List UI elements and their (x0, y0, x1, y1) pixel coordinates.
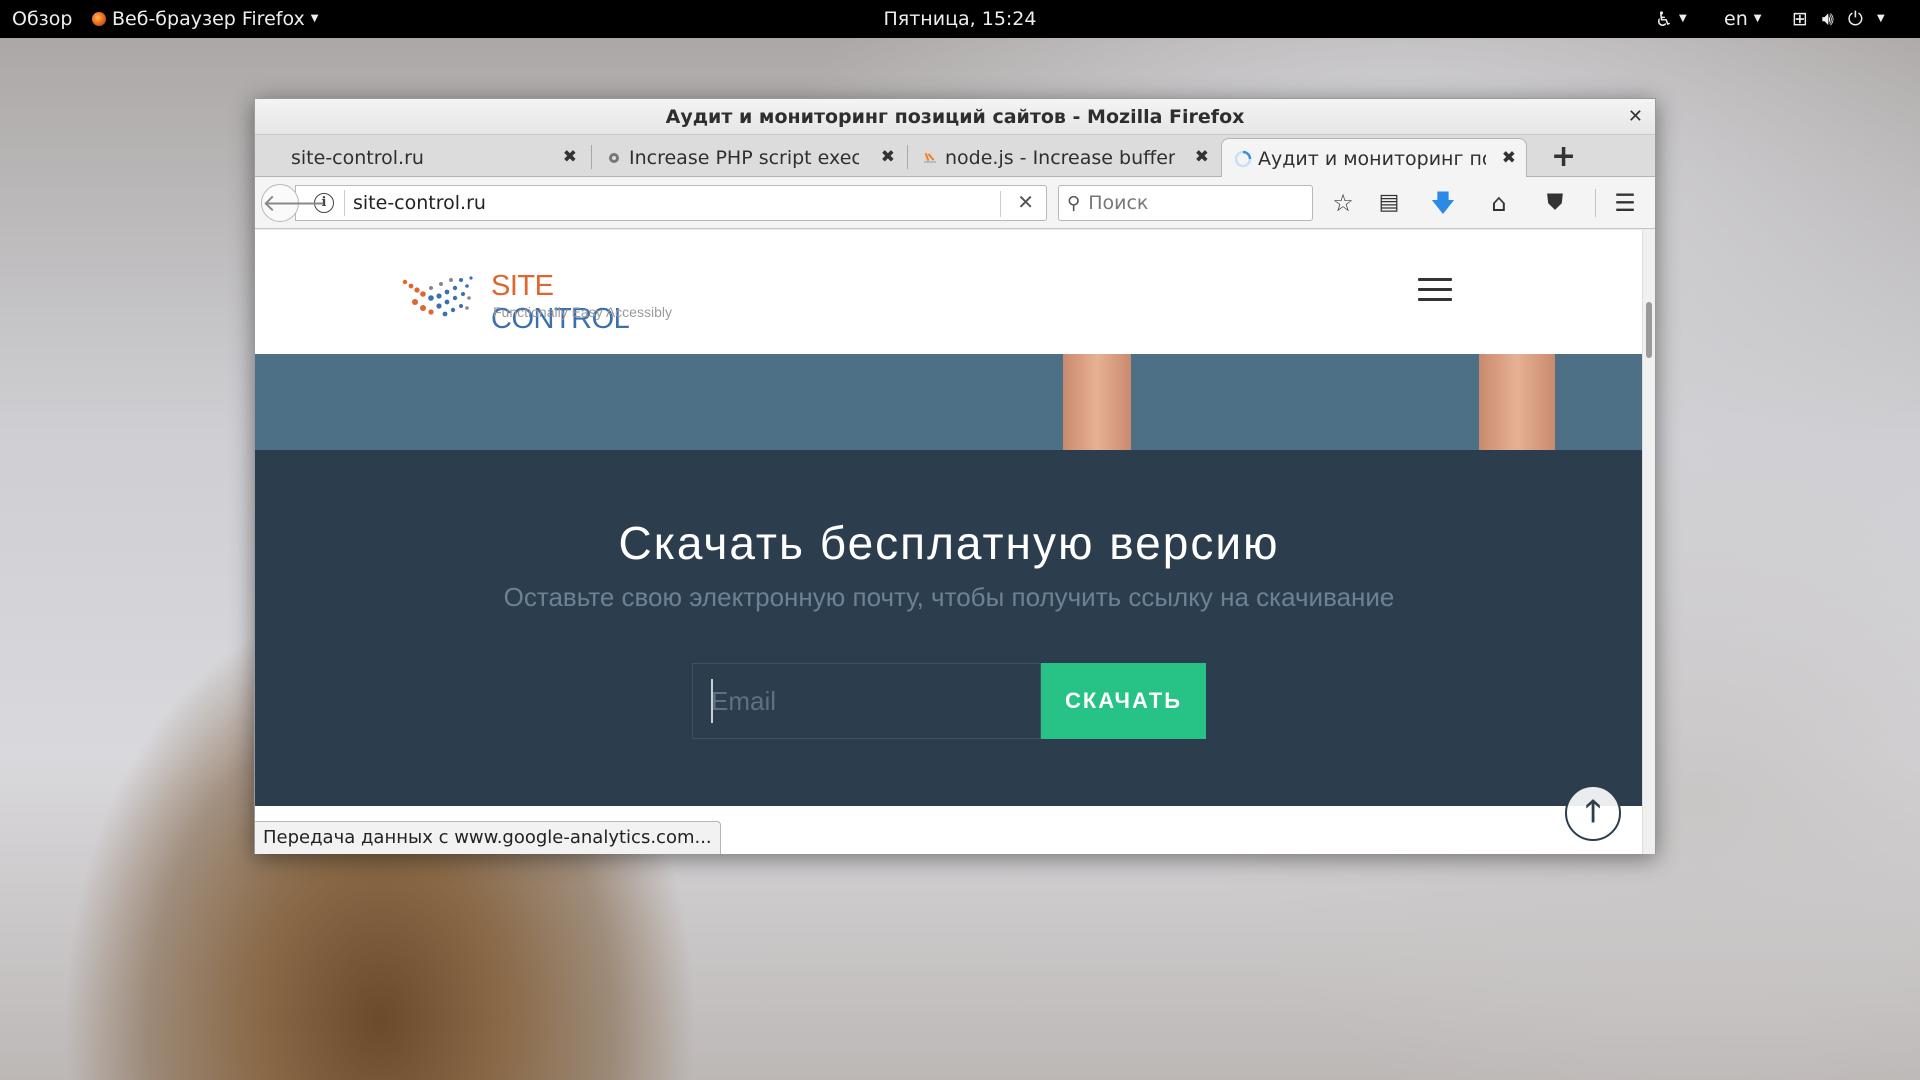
tab-separator (591, 145, 592, 169)
tab-label: Аудит и мониторинг поз (1258, 147, 1486, 170)
accessibility-menu[interactable]: ♿ ▼ (1655, 0, 1687, 38)
page-content: SITE CONTROL Functionally Easy Accessibl… (255, 230, 1643, 854)
chevron-down-icon: ▼ (310, 13, 319, 24)
url-separator (1000, 191, 1001, 217)
hero-banner (255, 354, 1643, 450)
logo-title: SITE CONTROL (491, 270, 691, 336)
burger-line (1418, 278, 1452, 281)
new-tab-button[interactable]: + (1551, 138, 1576, 176)
downloads-icon[interactable]: 🡇 (1427, 187, 1459, 219)
home-icon[interactable]: ⌂ (1483, 187, 1515, 219)
toolbar-separator (1595, 189, 1596, 217)
logo-site-text: SITE (491, 270, 554, 302)
chevron-down-icon: ▼ (1753, 13, 1762, 24)
status-panel: Передача данных с www.google-analytics.c… (255, 821, 721, 854)
stackoverflow-favicon-icon (924, 152, 936, 163)
url-separator (344, 190, 345, 216)
url-text[interactable]: site-control.ru (353, 192, 486, 214)
activities-button[interactable]: Обзор (12, 0, 72, 38)
chevron-down-icon: ▼ (1876, 13, 1885, 24)
logo-tagline: Functionally Easy Accessibly (493, 304, 672, 320)
search-bar[interactable]: ⚲ (1058, 185, 1313, 221)
vertical-scrollbar[interactable] (1642, 230, 1655, 854)
system-menu[interactable]: ⊞ 🔊︎ ⏻ ▼ (1792, 0, 1885, 38)
email-field[interactable] (692, 663, 1041, 739)
tab-increase-php[interactable]: Increase PHP script execu ✖ (593, 138, 905, 177)
window-title: Аудит и мониторинг позиций сайтов - Mozi… (665, 106, 1245, 128)
burger-line (1418, 288, 1452, 291)
tab-close-icon[interactable]: ✖ (1502, 148, 1516, 168)
tab-strip: site-control.ru ✖ Increase PHP script ex… (255, 135, 1655, 178)
gear-favicon-icon (609, 153, 619, 163)
volume-icon: 🔊︎ (1821, 8, 1834, 30)
download-title: Скачать бесплатную версию (618, 517, 1280, 569)
firefox-icon (92, 12, 106, 26)
chevron-down-icon: ▼ (1678, 13, 1687, 24)
firefox-window: Аудит и мониторинг позиций сайтов - Mozi… (254, 98, 1656, 854)
url-bar[interactable]: i site-control.ru ✕ (295, 185, 1047, 221)
app-menu[interactable]: Веб-браузер Firefox ▼ (92, 0, 318, 38)
site-menu-button[interactable] (1418, 278, 1452, 302)
logo-dots-icon (402, 276, 473, 317)
pocket-icon[interactable]: ⛊ (1539, 187, 1571, 219)
search-icon: ⚲ (1067, 192, 1081, 214)
window-close-button[interactable]: ✕ (1628, 99, 1643, 135)
stop-icon[interactable]: ✕ (1017, 190, 1034, 214)
gnome-top-bar: Обзор Веб-браузер Firefox ▼ Пятница, 15:… (0, 0, 1920, 38)
reading-list-icon[interactable]: ▤ (1373, 187, 1405, 219)
scrollbar-thumb[interactable] (1646, 302, 1652, 358)
burger-line (1418, 298, 1452, 301)
keyboard-layout-menu[interactable]: en ▼ (1724, 0, 1761, 38)
search-input[interactable] (1088, 192, 1289, 214)
download-subtitle: Оставьте свою электронную почту, чтобы п… (503, 582, 1395, 612)
accessibility-icon: ♿ (1655, 7, 1673, 31)
network-icon: ⊞ (1792, 8, 1808, 30)
tab-site-control[interactable]: site-control.ru ✖ (255, 138, 587, 177)
keyboard-layout-label: en (1724, 8, 1748, 30)
navigation-toolbar: i site-control.ru ✕ 🡐 ⚲ ☆ ▤ 🡇 ⌂ ⛊ ☰ (255, 177, 1655, 229)
text-cursor (711, 679, 713, 723)
tab-close-icon[interactable]: ✖ (1195, 147, 1209, 167)
tab-audit-active[interactable]: Аудит и мониторинг поз ✖ (1221, 138, 1527, 178)
hero-arm-image (1479, 354, 1555, 450)
hero-arm-image (1063, 354, 1131, 450)
tab-label: node.js - Increase buffer t (945, 146, 1175, 169)
scroll-to-top-button[interactable]: 🡑 (1565, 785, 1621, 841)
power-icon: ⏻ (1847, 8, 1863, 30)
site-logo[interactable]: SITE CONTROL Functionally Easy Accessibl… (401, 268, 691, 335)
tab-nodejs[interactable]: node.js - Increase buffer t ✖ (909, 138, 1219, 177)
download-section: Скачать бесплатную версию Оставьте свою … (255, 450, 1643, 806)
tab-separator (907, 145, 908, 169)
download-button[interactable]: СКАЧАТЬ (1041, 663, 1206, 739)
download-form: СКАЧАТЬ (692, 663, 1206, 739)
back-button[interactable]: 🡐 (261, 184, 326, 222)
tab-close-icon[interactable]: ✖ (881, 147, 895, 167)
bookmark-star-icon[interactable]: ☆ (1327, 187, 1359, 219)
clock-label[interactable]: Пятница, 15:24 (884, 8, 1037, 30)
tab-close-icon[interactable]: ✖ (563, 147, 577, 167)
window-titlebar[interactable]: Аудит и мониторинг позиций сайтов - Mozi… (255, 99, 1655, 135)
hamburger-menu-icon[interactable]: ☰ (1609, 187, 1641, 219)
tab-label: site-control.ru (291, 146, 424, 169)
app-menu-label: Веб-браузер Firefox (112, 8, 305, 30)
site-header: SITE CONTROL Functionally Easy Accessibl… (255, 230, 1643, 354)
tab-label: Increase PHP script execu (629, 146, 859, 169)
loading-spinner-icon (1234, 150, 1252, 168)
